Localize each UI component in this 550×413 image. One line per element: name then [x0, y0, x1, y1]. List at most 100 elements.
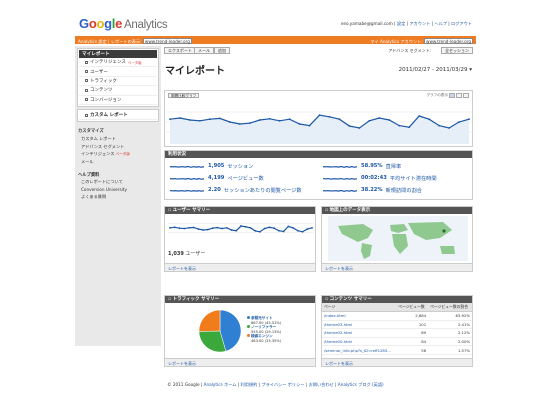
footer-link-terms[interactable]: 利用規約 — [241, 382, 258, 387]
footer-link-blog[interactable]: Analytics ブログ (英語) — [338, 382, 384, 387]
sidebar-item-label: カスタム レポート — [90, 113, 128, 119]
col-header-pageviews[interactable]: ページビュー数 — [396, 303, 429, 312]
data-point — [216, 226, 219, 229]
footer-link-home[interactable]: Analytics ホーム — [204, 382, 237, 387]
footer-link-contact[interactable]: お問い合わせ — [309, 382, 334, 387]
metric-label[interactable]: セッション — [227, 163, 253, 170]
help-link-conversion-university[interactable]: Conversion University — [75, 186, 161, 193]
legend-swatch — [247, 325, 250, 329]
graph-day-button[interactable] — [449, 93, 455, 98]
export-button[interactable]: エクスポート — [164, 47, 196, 54]
legend-label: 参照元サイト — [251, 316, 273, 320]
help-link[interactable]: ヘルプ — [434, 21, 447, 26]
content-view-report-link[interactable]: レポートを表示 — [322, 358, 472, 366]
metric-value: 00:02:43 — [361, 175, 387, 181]
metric-label[interactable]: 直帰率 — [386, 163, 402, 170]
map-view-report-link[interactable]: レポートを表示 — [322, 263, 472, 271]
customize-link-label: インテリジェンス — [81, 151, 115, 157]
sidebar-item-label: コンバージョン — [90, 97, 122, 103]
sidebar-item-conversions[interactable]: コンバージョン — [79, 96, 157, 105]
data-point — [263, 227, 266, 230]
users-view-report-link[interactable]: レポートを表示 — [165, 263, 315, 271]
data-point — [311, 226, 313, 229]
pie-slice — [198, 309, 221, 332]
page-url[interactable]: /index.html — [322, 311, 397, 321]
settings-link[interactable]: 設定 — [397, 21, 405, 26]
account-link[interactable]: アカウント — [409, 21, 430, 26]
customize-link-email[interactable]: メール — [75, 158, 161, 166]
sidebar-item-content[interactable]: コンテンツ — [79, 86, 157, 96]
data-point — [178, 227, 181, 230]
sidebar-item-intelligence[interactable]: インテリジェンス ベータ版 — [79, 58, 157, 68]
data-point — [358, 127, 361, 129]
legend-item[interactable]: 検索エンジン 483.00 (25.35%) — [247, 334, 281, 343]
graph-month-button[interactable] — [463, 93, 469, 98]
series-line — [322, 177, 358, 180]
graph-mode-select[interactable]: 期間比較グラフ — [168, 93, 200, 98]
legend-item[interactable]: ノーリファラー 555.00 (29.13%) — [247, 325, 281, 334]
traffic-view-report-link[interactable]: レポートを表示 — [165, 358, 315, 366]
traffic-icon — [85, 79, 88, 83]
date-range-picker[interactable]: 2011/02/27 - 2011/03/29 ▾ — [399, 67, 472, 73]
site-select[interactable]: www.trend-leader.org — [142, 37, 192, 44]
legend-swatch — [247, 334, 250, 338]
world-map[interactable] — [328, 216, 468, 261]
series-line — [322, 165, 358, 168]
series-line — [169, 165, 205, 168]
page-url[interactable]: /theme02.html — [322, 328, 397, 338]
sparkline — [169, 165, 205, 168]
metric-label[interactable]: 新規訪問の割合 — [386, 187, 422, 194]
data-point — [318, 114, 321, 117]
report-icon — [85, 113, 88, 117]
data-point — [248, 122, 251, 125]
customize-link-advanced-segments[interactable]: アドバンス セグメント — [75, 143, 161, 151]
data-point — [306, 228, 309, 230]
account-select[interactable]: www.trend-leader.org — [424, 37, 473, 44]
users-count-unit: ユーザー — [185, 251, 206, 257]
page-url[interactable]: /theme00.html — [322, 337, 397, 347]
help-link-about-report[interactable]: このレポートについて — [75, 179, 161, 187]
graph-week-button[interactable] — [456, 93, 462, 98]
data-point — [179, 117, 181, 119]
sidebar-item-custom-reports[interactable]: カスタム レポート — [79, 111, 157, 121]
help-link-faq[interactable]: よくある質問 — [75, 193, 161, 201]
data-point — [398, 124, 401, 127]
col-header-page[interactable]: ページ — [322, 303, 397, 312]
google-analytics-logo[interactable]: Google Analytics — [79, 16, 168, 31]
sidebar-item-users[interactable]: ユーザー — [79, 67, 157, 77]
analytics-settings-link[interactable]: Analytics 設定 — [78, 39, 107, 44]
sidebar-item-traffic[interactable]: トラフィック — [79, 77, 157, 87]
page-url[interactable]: /theme03.html — [322, 320, 397, 330]
data-point — [254, 230, 257, 232]
orange-nav-bar: Analytics 設定 | レポートの表示: www.trend-leader… — [75, 36, 476, 44]
line-chart — [166, 111, 473, 144]
segment-select[interactable]: 全セッション — [441, 47, 473, 54]
sparkline — [322, 165, 358, 168]
legend-item[interactable]: 参照元サイト 867.00 (45.51%) — [247, 316, 281, 325]
customize-link-custom-reports[interactable]: カスタム レポート — [75, 135, 161, 143]
data-point — [378, 117, 381, 119]
map-overlay-title-text: 地図上のデータ表示 — [329, 208, 371, 213]
data-point — [288, 118, 291, 121]
site-usage-title: 利用状況 — [165, 151, 472, 158]
add-button[interactable]: 追加 — [214, 47, 230, 54]
copyright: © 2011 Google — [167, 382, 200, 387]
series-line — [322, 189, 358, 192]
email-button[interactable]: メール — [194, 47, 214, 54]
sidebar-item-dashboard[interactable]: マイレポート — [79, 50, 157, 58]
map-overlay-panel: ▫ 地図上のデータ表示 レポートを表示 — [321, 206, 473, 272]
nav-box: マイレポート インテリジェンス ベータ版 ユーザー トラフィック コンテンツ コン… — [77, 48, 159, 107]
metric-label[interactable]: ページビュー数 — [227, 175, 263, 182]
series-line — [169, 177, 205, 180]
metric-pageviews: 4,199 ページビュー数 — [169, 174, 264, 182]
page-url[interactable]: /seminar_info.php?s_ID=reff1285... — [322, 345, 397, 355]
col-header-percent[interactable]: ページビュー数の割合 — [428, 303, 472, 312]
metric-label[interactable]: 平均サイト滞在時間 — [390, 175, 437, 182]
data-point — [169, 118, 171, 121]
customize-link-intelligence[interactable]: インテリジェンス ベータ版 — [75, 150, 161, 158]
footer-link-privacy[interactable]: プライバシー ポリシー — [261, 382, 304, 387]
metric-label[interactable]: セッションあたりの閲覧ページ数 — [224, 187, 302, 194]
logout-link[interactable]: ログアウト — [451, 21, 472, 26]
data-point — [235, 229, 238, 232]
table-row: /theme03.html 101 2.41% — [322, 320, 472, 330]
